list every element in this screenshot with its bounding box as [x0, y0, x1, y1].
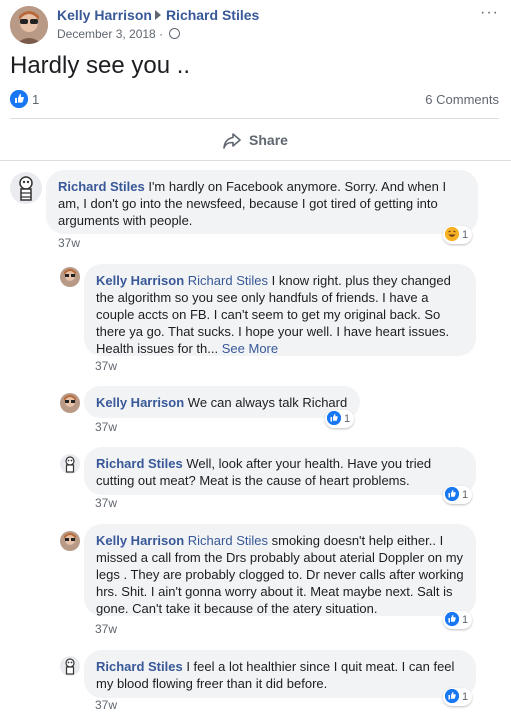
- post-header: Kelly Harrison Richard Stiles December 3,…: [10, 4, 501, 46]
- reaction-count: 1: [462, 614, 469, 626]
- commenter-avatar[interactable]: [60, 393, 80, 413]
- comment-text: We can always talk Richard: [187, 395, 348, 410]
- reaction-badge[interactable]: 1: [443, 486, 473, 504]
- like-reaction-icon: [445, 689, 459, 703]
- divider: [10, 118, 499, 119]
- like-badge-icon[interactable]: [10, 90, 28, 108]
- comment-timestamp[interactable]: 37w: [95, 496, 117, 510]
- reaction-count: 1: [462, 691, 469, 703]
- comment-bubble: Richard Stiles I'm hardly on Facebook an…: [46, 170, 478, 234]
- mention-link[interactable]: Richard Stiles: [188, 533, 268, 548]
- post-author-line: Kelly Harrison Richard Stiles: [57, 7, 259, 23]
- comment-timestamp[interactable]: 37w: [95, 359, 117, 373]
- globe-icon: [169, 28, 181, 39]
- post-target-link[interactable]: Richard Stiles: [166, 7, 259, 23]
- comment-author-link[interactable]: Kelly Harrison: [96, 395, 184, 410]
- comment-author-link[interactable]: Richard Stiles: [58, 179, 145, 194]
- comment-author-link[interactable]: Kelly Harrison: [96, 533, 184, 548]
- comment-timestamp[interactable]: 37w: [95, 698, 117, 712]
- commenter-avatar[interactable]: [10, 172, 42, 204]
- commenter-avatar[interactable]: [60, 454, 80, 474]
- mention-link[interactable]: Richard Stiles: [188, 273, 268, 288]
- reaction-badge[interactable]: 1: [443, 688, 473, 706]
- reaction-count: 1: [462, 489, 469, 501]
- commenter-avatar[interactable]: [60, 267, 80, 287]
- like-reaction-icon: [327, 411, 341, 425]
- reaction-badge[interactable]: 1: [325, 410, 355, 428]
- post-author-link[interactable]: Kelly Harrison: [57, 7, 152, 23]
- post-date[interactable]: December 3, 2018: [57, 27, 156, 41]
- arrow-right-icon: [154, 10, 161, 20]
- author-avatar[interactable]: [10, 6, 48, 44]
- like-reaction-icon: [445, 487, 459, 501]
- commenter-avatar[interactable]: [60, 656, 80, 676]
- like-reaction-icon: [445, 612, 459, 626]
- haha-reaction-icon: [445, 227, 459, 241]
- post-text: Hardly see you ..: [10, 52, 191, 79]
- comment-timestamp[interactable]: 37w: [95, 420, 117, 434]
- reaction-count: 1: [344, 413, 351, 425]
- post-stats: 1 6 Comments: [10, 90, 499, 110]
- comment-bubble: Richard Stiles I feel a lot healthier si…: [84, 650, 476, 698]
- reaction-badge[interactable]: 1: [443, 611, 473, 629]
- share-label: Share: [249, 132, 288, 148]
- comment-bubble: Richard Stiles Well, look after your hea…: [84, 447, 476, 495]
- reaction-badge[interactable]: 1: [443, 226, 473, 244]
- comment-bubble: Kelly Harrison Richard Stiles I know rig…: [84, 264, 476, 356]
- more-options-icon[interactable]: ···: [480, 4, 499, 22]
- divider: [0, 160, 511, 161]
- see-more-link[interactable]: See More: [222, 341, 278, 356]
- comments-count-link[interactable]: 6 Comments: [425, 92, 499, 107]
- comment-author-link[interactable]: Richard Stiles: [96, 456, 183, 471]
- share-button[interactable]: Share: [0, 124, 511, 156]
- reaction-count: 1: [462, 229, 469, 241]
- post-meta: December 3, 2018 ·: [57, 27, 181, 41]
- comment-timestamp[interactable]: 37w: [58, 236, 80, 250]
- share-icon: [223, 133, 241, 149]
- like-count[interactable]: 1: [32, 92, 39, 107]
- commenter-avatar[interactable]: [60, 531, 80, 551]
- comment-timestamp[interactable]: 37w: [95, 622, 117, 636]
- comment-bubble: Kelly Harrison Richard Stiles smoking do…: [84, 524, 476, 616]
- comment-author-link[interactable]: Kelly Harrison: [96, 273, 184, 288]
- comment-bubble: Kelly Harrison We can always talk Richar…: [84, 386, 360, 418]
- comment-author-link[interactable]: Richard Stiles: [96, 659, 183, 674]
